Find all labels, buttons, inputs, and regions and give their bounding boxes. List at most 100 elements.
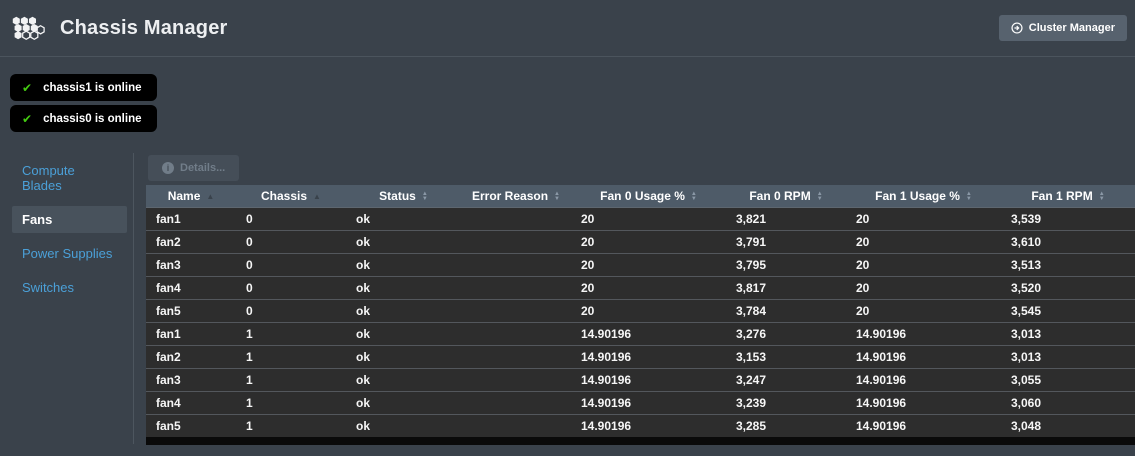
table-row[interactable]: fan20ok203,791203,610 <box>146 230 1135 253</box>
table-cell: 20 <box>846 299 1001 322</box>
table-row[interactable]: fan21ok14.901963,15314.901963,013 <box>146 345 1135 368</box>
details-button[interactable]: i Details... <box>148 155 239 181</box>
table-cell: 20 <box>571 299 726 322</box>
table-cell: fan2 <box>146 345 236 368</box>
column-header-fan-0-usage-[interactable]: Fan 0 Usage % ▲▼ <box>571 185 726 207</box>
sort-icon: ▲▼ <box>554 192 560 202</box>
content-area: ✔chassis1 is online ✔chassis0 is online C… <box>0 57 1135 456</box>
table-cell: 3,153 <box>726 345 846 368</box>
table-cell <box>461 414 571 437</box>
sidebar-item-compute-blades[interactable]: Compute Blades <box>12 157 127 199</box>
table-cell: 1 <box>236 322 346 345</box>
table-cell <box>461 299 571 322</box>
table-cell: ok <box>346 345 461 368</box>
table-cell: ok <box>346 299 461 322</box>
table-cell <box>461 253 571 276</box>
page-title: Chassis Manager <box>60 17 228 40</box>
sort-ascending-icon: ▲ <box>313 192 321 201</box>
table-cell: 3,817 <box>726 276 846 299</box>
notification-toast: ✔chassis1 is online <box>10 74 157 101</box>
table-cell: 1 <box>236 368 346 391</box>
table-cell: 3,239 <box>726 391 846 414</box>
info-circle-icon: i <box>162 162 174 174</box>
table-cell: ok <box>346 207 461 230</box>
table-row[interactable]: fan41ok14.901963,23914.901963,060 <box>146 391 1135 414</box>
table-cell: 3,539 <box>1001 207 1135 230</box>
table-cell: 1 <box>236 391 346 414</box>
table-cell: 3,610 <box>1001 230 1135 253</box>
sort-icon: ▲▼ <box>1099 192 1105 202</box>
sort-icon: ▲▼ <box>966 192 972 202</box>
table-cell: 3,013 <box>1001 345 1135 368</box>
table-row[interactable]: fan40ok203,817203,520 <box>146 276 1135 299</box>
table-cell: 3,821 <box>726 207 846 230</box>
notifications: ✔chassis1 is online ✔chassis0 is online <box>10 74 157 136</box>
table-cell: ok <box>346 414 461 437</box>
table-cell: 3,276 <box>726 322 846 345</box>
table-cell <box>461 391 571 414</box>
table-cell: 3,247 <box>726 368 846 391</box>
main-panel: i Details... Name▲Chassis▲Status▲▼Error … <box>146 57 1135 456</box>
table-cell: 3,520 <box>1001 276 1135 299</box>
column-header-fan-0-rpm[interactable]: Fan 0 RPM▲▼ <box>726 185 846 207</box>
table-cell: ok <box>346 276 461 299</box>
column-label: Fan 1 Usage % <box>875 189 960 203</box>
column-header-status[interactable]: Status▲▼ <box>346 185 461 207</box>
column-label: Error Reason <box>472 189 548 203</box>
table-cell: 1 <box>236 414 346 437</box>
table-cell: ok <box>346 368 461 391</box>
table-cell: 20 <box>846 276 1001 299</box>
table-cell: fan4 <box>146 391 236 414</box>
table-cell: 3,545 <box>1001 299 1135 322</box>
cluster-manager-button[interactable]: Cluster Manager <box>999 15 1127 41</box>
column-label: Fan 1 RPM <box>1031 189 1092 203</box>
sort-ascending-icon: ▲ <box>206 192 214 201</box>
table-row[interactable]: fan51ok14.901963,28514.901963,048 <box>146 414 1135 437</box>
column-label: Fan 0 RPM <box>749 189 810 203</box>
table-header-row: Name▲Chassis▲Status▲▼Error Reason▲▼Fan 0… <box>146 185 1135 207</box>
table-row[interactable]: fan11ok14.901963,27614.901963,013 <box>146 322 1135 345</box>
column-label: Name <box>168 189 201 203</box>
table-cell: fan3 <box>146 253 236 276</box>
sidebar-item-power-supplies[interactable]: Power Supplies <box>12 240 127 267</box>
details-label: Details... <box>180 162 225 174</box>
table-row[interactable]: fan50ok203,784203,545 <box>146 299 1135 322</box>
table-cell: 3,784 <box>726 299 846 322</box>
column-header-fan-1-usage-[interactable]: Fan 1 Usage % ▲▼ <box>846 185 1001 207</box>
table-row[interactable]: fan31ok14.901963,24714.901963,055 <box>146 368 1135 391</box>
table-cell: 3,791 <box>726 230 846 253</box>
notification-toast: ✔chassis0 is online <box>10 105 157 132</box>
column-header-name[interactable]: Name ▲ <box>146 185 236 207</box>
table-row[interactable]: fan10ok203,821203,539 <box>146 207 1135 230</box>
table-cell: 3,513 <box>1001 253 1135 276</box>
table-cell: 20 <box>571 230 726 253</box>
table-cell: 14.90196 <box>571 414 726 437</box>
table-cell: 14.90196 <box>846 368 1001 391</box>
sidebar-item-switches[interactable]: Switches <box>12 274 127 301</box>
column-label: Fan 0 Usage % <box>600 189 685 203</box>
column-header-chassis[interactable]: Chassis▲ <box>236 185 346 207</box>
table-cell: fan5 <box>146 414 236 437</box>
table-row[interactable]: fan30ok203,795203,513 <box>146 253 1135 276</box>
column-header-fan-1-rpm[interactable]: Fan 1 RPM ▲▼ <box>1001 185 1135 207</box>
sidebar-divider <box>133 153 134 444</box>
column-label: Status <box>379 189 416 203</box>
table-bottom-strip <box>146 437 1135 445</box>
table-cell: 3,013 <box>1001 322 1135 345</box>
table-cell <box>461 276 571 299</box>
table-cell: 0 <box>236 276 346 299</box>
table-cell <box>461 322 571 345</box>
table-cell: 14.90196 <box>571 322 726 345</box>
table-cell: 20 <box>846 253 1001 276</box>
sort-icon: ▲▼ <box>691 192 697 202</box>
notification-text: chassis1 is online <box>43 82 141 94</box>
table-cell: 14.90196 <box>846 322 1001 345</box>
table-cell: ok <box>346 322 461 345</box>
column-header-error-reason[interactable]: Error Reason ▲▼ <box>461 185 571 207</box>
table-cell: ok <box>346 253 461 276</box>
table-cell: 3,285 <box>726 414 846 437</box>
table-cell: 0 <box>236 230 346 253</box>
table-cell: fan1 <box>146 322 236 345</box>
sidebar-item-fans[interactable]: Fans <box>12 206 127 233</box>
table-cell <box>461 345 571 368</box>
